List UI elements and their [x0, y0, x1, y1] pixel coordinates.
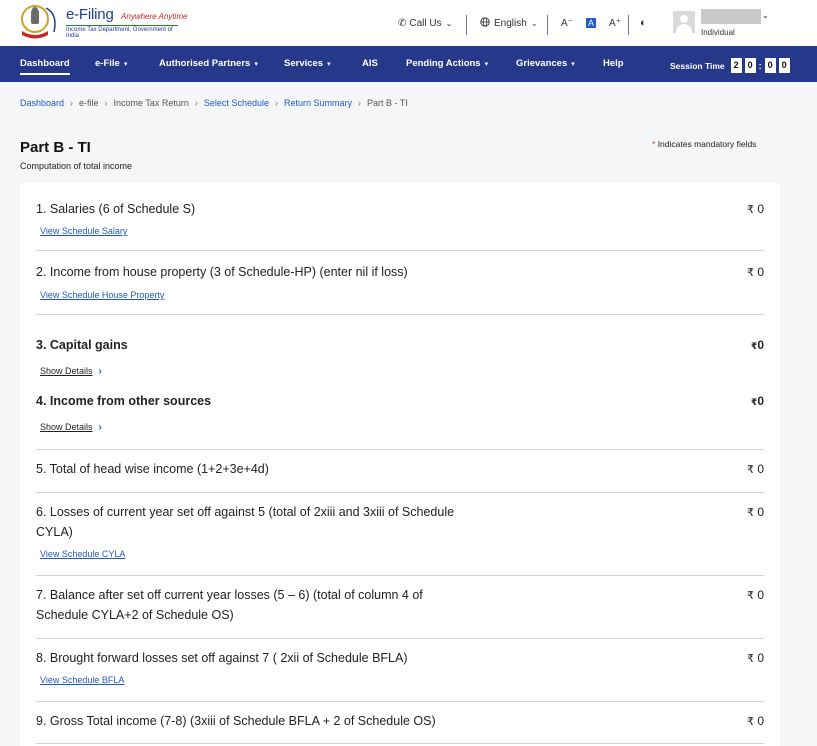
language-dropdown[interactable]: English ⌄ — [480, 0, 538, 46]
divider — [466, 15, 467, 35]
session-digit: 2 — [730, 58, 742, 73]
chevron-right-icon: › — [358, 98, 361, 108]
session-digit: 0 — [744, 58, 756, 73]
national-emblem-icon — [18, 4, 60, 40]
top-header: e-Filing Anywhere Anytime Income Tax Dep… — [0, 0, 817, 46]
main-nav: Dashboard e-File ▾ Authorised Partners ▾ S… — [0, 46, 817, 82]
efiling-logo[interactable]: e-Filing Anywhere Anytime Income Tax Dep… — [18, 4, 187, 40]
username-redacted[interactable] — [701, 9, 761, 24]
row-label: 4. Income from other sources — [36, 394, 212, 408]
contrast-icon: ◐ — [640, 17, 647, 29]
row-salaries: 1. Salaries (6 of Schedule S) ₹ 0 View S… — [36, 183, 764, 251]
chevron-down-icon: ⌄ — [530, 18, 538, 28]
row-amount: ₹0 — [751, 338, 764, 352]
breadcrumb-return-summary[interactable]: Return Summary — [284, 98, 352, 108]
nav-ais[interactable]: AIS — [362, 46, 378, 82]
session-label: Session Time — [670, 60, 725, 71]
page-title: Part B - TI — [20, 139, 91, 156]
nav-help[interactable]: Help — [603, 46, 624, 82]
other-sources-show-details-link[interactable]: Show Details › — [40, 422, 102, 433]
nav-efile[interactable]: e-File ▾ — [95, 46, 127, 82]
mandatory-note: * Indicates mandatory fields — [652, 139, 756, 149]
session-digit: 0 — [764, 58, 776, 73]
font-decrease-button[interactable]: A⁻ — [561, 18, 573, 29]
avatar[interactable] — [673, 11, 695, 33]
chevron-down-icon: ▾ — [254, 61, 258, 68]
row-amount: ₹ 0 — [746, 588, 764, 602]
chevron-down-icon: ▾ — [484, 61, 489, 68]
breadcrumb-income-tax-return: Income Tax Return — [113, 98, 189, 108]
view-schedule-house-property-link[interactable]: View Schedule House Property — [40, 290, 164, 300]
font-default-button[interactable]: A — [585, 18, 596, 28]
nav-authorised-partners[interactable]: Authorised Partners ▾ — [159, 46, 258, 82]
breadcrumb-current: Part B - TI — [367, 98, 408, 108]
user-type: Individual — [701, 28, 735, 37]
row-label: 3. Capital gains — [36, 338, 128, 352]
divider — [628, 15, 629, 35]
logo-subtitle: Income Tax Department, Government of Ind… — [66, 25, 178, 39]
mandatory-star: * — [652, 139, 656, 149]
nav-grievances[interactable]: Grievances ▾ — [516, 46, 575, 82]
row-other-sources: 4. Income from other sources ₹0 Show Det… — [36, 371, 764, 450]
chevron-right-icon: › — [70, 98, 74, 108]
chevron-down-icon: ⌄ — [445, 18, 453, 28]
chevron-down-icon: ▾ — [571, 61, 575, 68]
row-label: 9. Gross Total income (7-8) (3xiii of Sc… — [36, 714, 436, 728]
row-label: 1. Salaries (6 of Schedule S) — [36, 202, 196, 216]
mandatory-text: Indicates mandatory fields — [657, 139, 757, 149]
call-us-label: Call Us — [409, 17, 442, 29]
row-amount: ₹ 0 — [746, 714, 764, 728]
chevron-right-icon: › — [194, 98, 198, 108]
logo-title: e-Filing — [66, 6, 114, 23]
chevron-right-icon: › — [274, 98, 278, 108]
breadcrumb: Dashboard › e-file › Income Tax Return › Selec… — [20, 98, 408, 108]
font-increase-button[interactable]: A⁺ — [609, 18, 621, 29]
chevron-right-icon: › — [98, 422, 102, 433]
divider — [547, 15, 548, 35]
chevron-right-icon: › — [104, 98, 108, 108]
row-amount: ₹ 0 — [746, 651, 764, 665]
breadcrumb-select-schedule[interactable]: Select Schedule — [204, 98, 269, 108]
nav-pending-actions[interactable]: Pending Actions ▾ — [406, 46, 488, 82]
nav-services[interactable]: Services ▾ — [284, 46, 331, 82]
breadcrumb-dashboard[interactable]: Dashboard — [20, 98, 64, 108]
row-amount: ₹0 — [751, 394, 764, 408]
row-brought-forward-losses: 8. Brought forward losses set off agains… — [36, 639, 764, 702]
row-amount: ₹ 0 — [746, 202, 764, 216]
row-amount: ₹ 0 — [746, 462, 764, 476]
breadcrumb-efile: e-file — [79, 98, 99, 108]
row-house-property: 2. Income from house property (3 of Sche… — [36, 251, 764, 315]
language-label: English — [494, 17, 527, 29]
session-colon: : — [758, 60, 762, 71]
row-capital-gains: 3. Capital gains ₹0 Show Details › — [36, 315, 764, 377]
row-label: 7. Balance after set off current year lo… — [36, 588, 423, 622]
globe-icon — [480, 16, 490, 30]
row-label: 5. Total of head wise income (1+2+3e+4d) — [36, 462, 269, 476]
phone-icon: ✆ — [398, 17, 407, 29]
view-schedule-bfla-link[interactable]: View Schedule BFLA — [40, 675, 124, 685]
session-timer: Session Time 2 0 : 0 0 — [670, 58, 790, 73]
chevron-down-icon: ▾ — [327, 61, 331, 68]
chevron-down-icon: ▾ — [123, 61, 128, 68]
view-schedule-salary-link[interactable]: View Schedule Salary — [40, 226, 127, 236]
row-current-year-losses: 6. Losses of current year set off agains… — [36, 493, 764, 576]
view-schedule-cyla-link[interactable]: View Schedule CYLA — [40, 549, 125, 559]
call-us-dropdown[interactable]: ✆ Call Us ⌄ — [398, 0, 452, 46]
row-label: 2. Income from house property (3 of Sche… — [36, 265, 408, 279]
session-digit: 0 — [778, 58, 790, 73]
computation-card: 1. Salaries (6 of Schedule S) ₹ 0 View S… — [20, 183, 780, 746]
row-amount: ₹ 0 — [746, 505, 764, 519]
row-amount: ₹ 0 — [746, 265, 764, 279]
nav-dashboard[interactable]: Dashboard — [20, 46, 70, 82]
row-total-head-wise-income: 5. Total of head wise income (1+2+3e+4d)… — [36, 450, 764, 493]
row-label: 6. Losses of current year set off agains… — [36, 505, 455, 539]
chevron-down-icon[interactable]: ⌄ — [762, 11, 769, 20]
font-size-controls: A⁻ A A⁺ — [561, 0, 634, 46]
row-label: 8. Brought forward losses set off agains… — [36, 651, 408, 665]
page-subtitle: Computation of total income — [20, 161, 133, 171]
contrast-toggle-button[interactable]: ◐ — [640, 0, 647, 46]
logo-tagline: Anywhere Anytime — [121, 12, 188, 21]
row-gross-total-income: 9. Gross Total income (7-8) (3xiii of Sc… — [36, 702, 764, 744]
row-balance-after-setoff: 7. Balance after set off current year lo… — [36, 576, 764, 639]
